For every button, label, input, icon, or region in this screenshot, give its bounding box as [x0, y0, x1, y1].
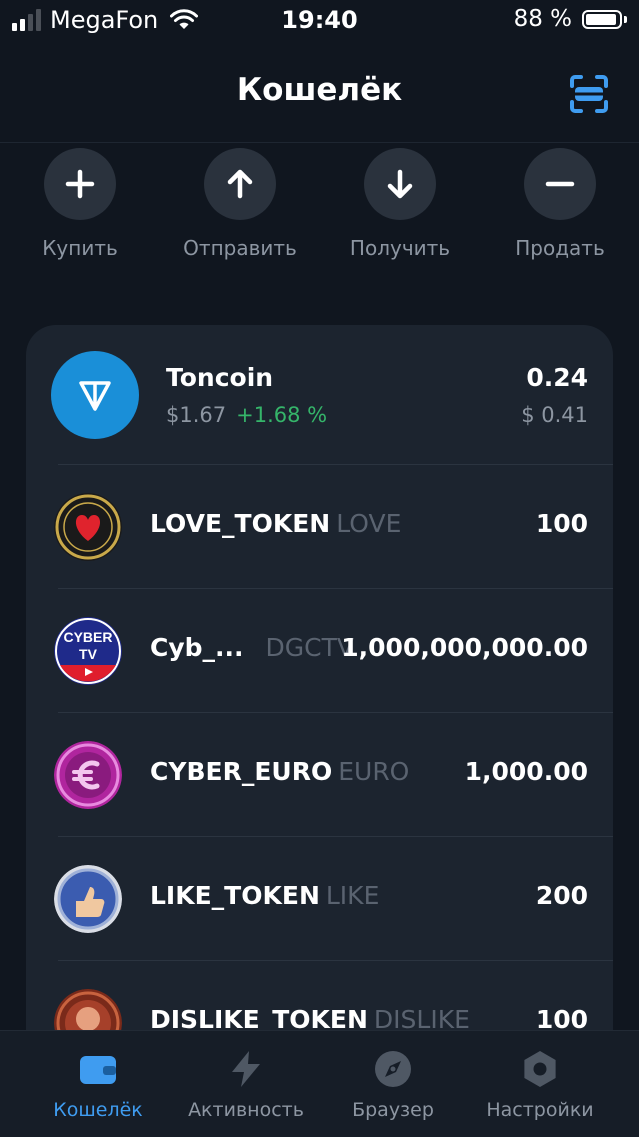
cyber-tv-token-icon: CYBER TV	[54, 617, 122, 685]
tab-label: Активность	[188, 1099, 304, 1121]
tab-activity[interactable]: Активность	[166, 1049, 326, 1121]
tab-label: Настройки	[486, 1099, 594, 1121]
send-button[interactable]: Отправить	[160, 148, 320, 260]
tab-bar: Кошелёк Активность Браузер Настройки	[0, 1030, 639, 1137]
token-usd-value: $ 0.41	[521, 403, 588, 427]
token-amount: 200	[535, 881, 588, 910]
scan-qr-icon[interactable]	[569, 74, 609, 114]
battery-icon	[582, 9, 622, 29]
lightning-icon[interactable]	[226, 1049, 266, 1089]
token-list: Toncoin $1.67 +1.68 % 0.24 $ 0.41 LOVE_TO…	[26, 325, 613, 1085]
token-name: LIKE_TOKEN LIKE	[150, 881, 380, 910]
settings-icon[interactable]	[520, 1049, 560, 1089]
token-amount: 1,000,000,000.00	[341, 633, 588, 662]
tab-settings[interactable]: Настройки	[460, 1049, 620, 1121]
token-row-euro[interactable]: CYBER_EURO EURO 1,000.00	[26, 713, 613, 837]
sell-label: Продать	[515, 236, 605, 260]
token-row-love[interactable]: LOVE_TOKEN LOVE 100	[26, 465, 613, 589]
wallet-icon[interactable]	[78, 1049, 118, 1089]
like-token-icon	[54, 865, 122, 933]
cyber-euro-token-icon	[54, 741, 122, 809]
token-name: Toncoin	[166, 363, 274, 392]
price-value: $1.67	[166, 403, 227, 427]
love-token-icon	[54, 493, 122, 561]
token-ticker: LIKE	[325, 881, 380, 910]
page-title: Кошелёк	[236, 72, 403, 108]
sell-button[interactable]: Продать	[480, 148, 639, 260]
buy-label: Купить	[42, 236, 118, 260]
tab-browser[interactable]: Браузер	[313, 1049, 473, 1121]
battery-group: 88 %	[514, 6, 627, 32]
token-row-like[interactable]: LIKE_TOKEN LIKE 200	[26, 837, 613, 961]
send-label: Отправить	[183, 236, 297, 260]
token-amount: 1,000.00	[464, 757, 588, 786]
compass-icon[interactable]	[373, 1049, 413, 1089]
plus-icon[interactable]	[44, 148, 116, 220]
tab-wallet[interactable]: Кошелёк	[18, 1049, 178, 1121]
receive-button[interactable]: Получить	[320, 148, 480, 260]
token-name: Cyb_... DGCTV	[150, 633, 354, 662]
tab-label: Кошелёк	[53, 1099, 143, 1121]
minus-icon[interactable]	[524, 148, 596, 220]
arrow-down-icon[interactable]	[364, 148, 436, 220]
app-header: Кошелёк	[0, 42, 639, 143]
buy-button[interactable]: Купить	[0, 148, 160, 260]
arrow-up-icon[interactable]	[204, 148, 276, 220]
token-amount: 100	[535, 509, 588, 538]
token-row-dgctv[interactable]: CYBER TV Cyb_... DGCTV 1,000,000,000.00	[26, 589, 613, 713]
token-amount: 0.24	[526, 363, 588, 392]
battery-percent: 88 %	[513, 6, 572, 32]
quick-actions: Купить Отправить Получить Продать	[0, 148, 639, 268]
token-row-toncoin[interactable]: Toncoin $1.67 +1.68 % 0.24 $ 0.41	[26, 325, 613, 465]
token-price: $1.67 +1.68 %	[166, 403, 327, 427]
status-bar: MegaFon 19:40 88 %	[0, 0, 639, 42]
receive-label: Получить	[349, 236, 451, 260]
token-name: CYBER_EURO EURO	[150, 757, 410, 786]
cyber-icon-text-top: CYBER	[63, 629, 112, 645]
token-ticker: EURO	[338, 757, 410, 786]
price-change: +1.68 %	[236, 403, 328, 427]
tab-label: Браузер	[352, 1099, 434, 1121]
token-ticker: LOVE	[336, 509, 402, 538]
cyber-icon-text-bottom: TV	[79, 646, 98, 662]
toncoin-icon	[51, 351, 139, 439]
token-name: LOVE_TOKEN LOVE	[150, 509, 402, 538]
